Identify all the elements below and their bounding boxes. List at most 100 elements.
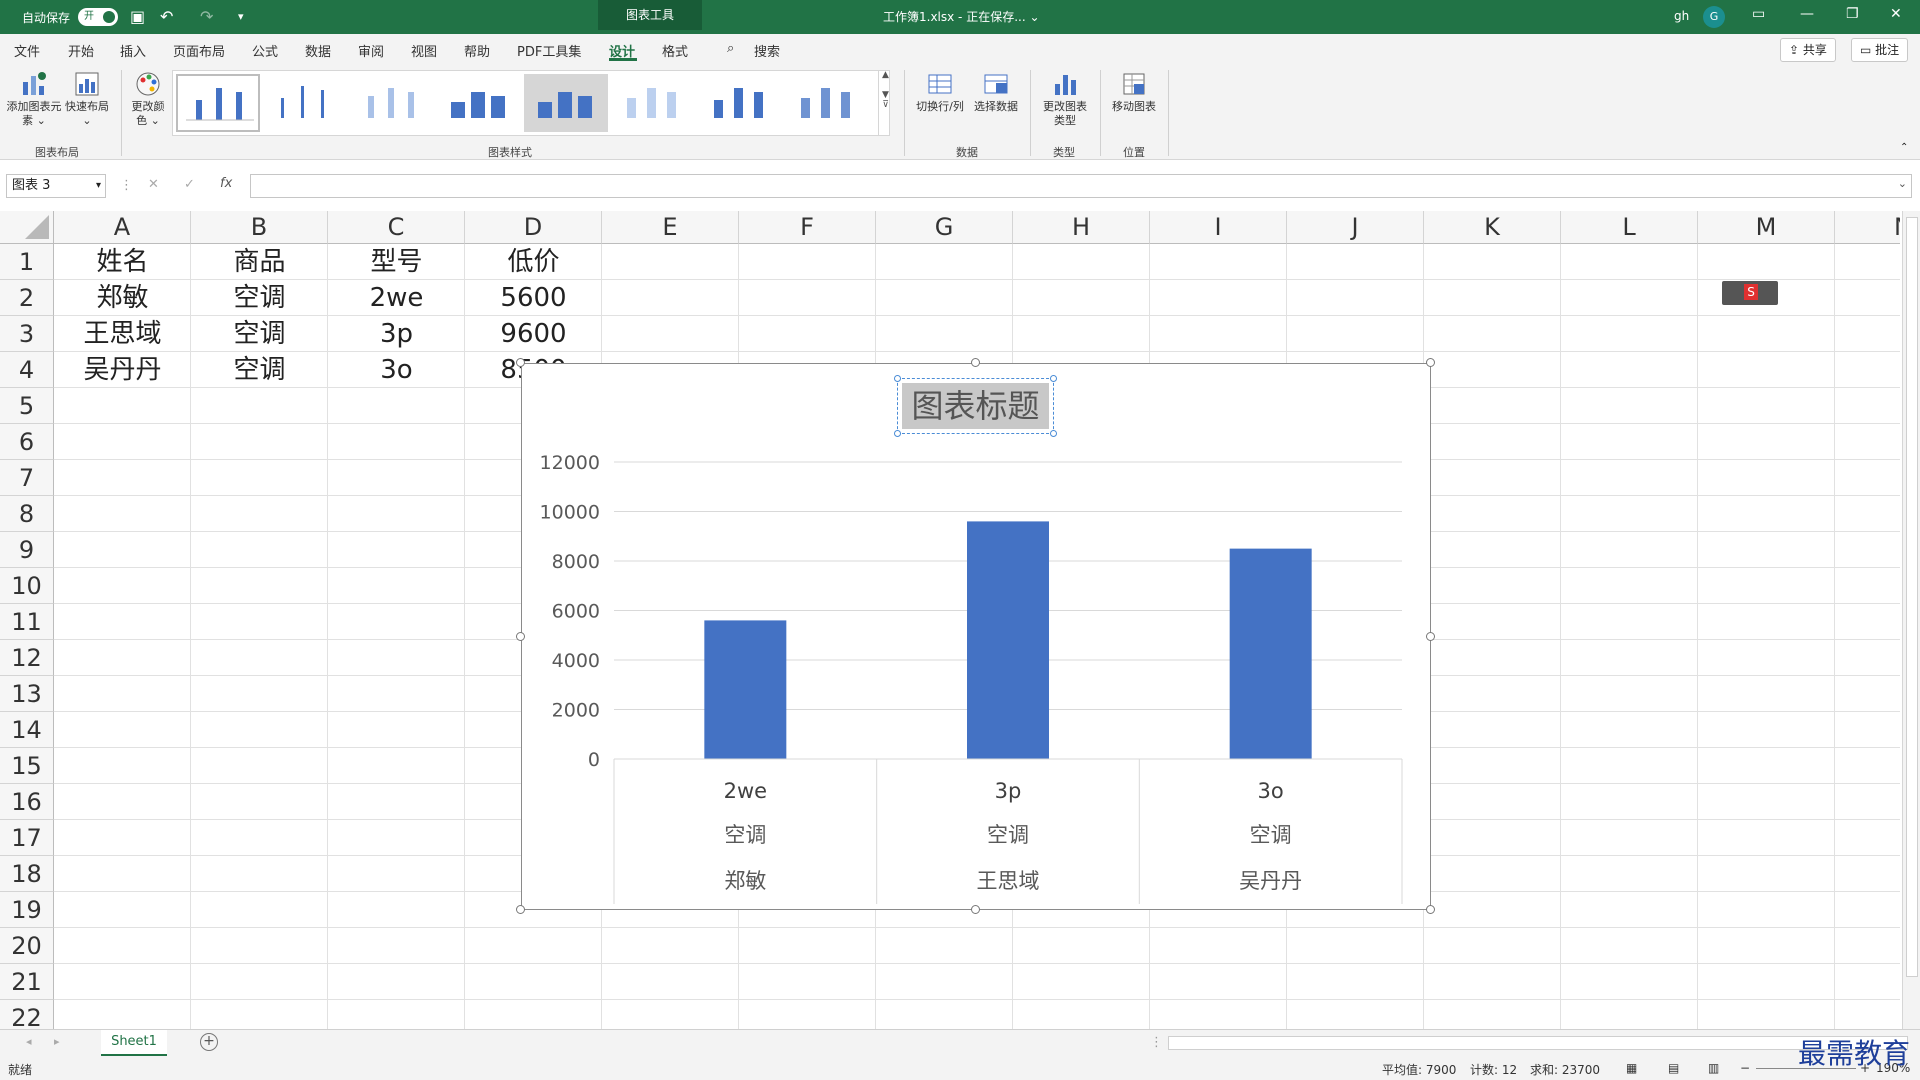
column-header-d[interactable]: D	[465, 211, 602, 244]
row-header-9[interactable]: 9	[0, 532, 54, 568]
chart-style-2[interactable]	[263, 74, 347, 132]
save-icon[interactable]: ▣	[130, 7, 145, 26]
add-sheet-icon[interactable]: +	[200, 1033, 218, 1051]
select-all-corner[interactable]	[0, 211, 54, 244]
search-label[interactable]: 搜索	[754, 41, 780, 60]
chart-resize-handle[interactable]	[971, 358, 980, 367]
row-header-13[interactable]: 13	[0, 676, 54, 712]
chart-resize-handle[interactable]	[1426, 905, 1435, 914]
row-header-18[interactable]: 18	[0, 856, 54, 892]
cell-b4[interactable]: 空调	[191, 352, 328, 388]
name-box-dropdown-icon[interactable]: ▾	[96, 175, 101, 197]
tab-page-layout[interactable]: 页面布局	[173, 41, 225, 60]
row-header-4[interactable]: 4	[0, 352, 54, 388]
avatar[interactable]: G	[1703, 6, 1725, 28]
restore-icon[interactable]: ❐	[1846, 6, 1859, 22]
column-header-b[interactable]: B	[191, 211, 328, 244]
cell-d3[interactable]: 9600	[465, 316, 602, 352]
cancel-icon[interactable]: ✕	[148, 177, 159, 192]
next-sheet-icon[interactable]: ▸	[54, 1035, 60, 1048]
autosave-toggle[interactable]: 开	[78, 8, 118, 26]
add-chart-element-button[interactable]: 添加图表元素 ⌄	[6, 70, 62, 128]
chart-style-4[interactable]	[437, 74, 521, 132]
tab-home[interactable]: 开始	[68, 41, 94, 60]
cell-c4[interactable]: 3o	[328, 352, 465, 388]
sheet-tab-sheet1[interactable]: Sheet1	[101, 1030, 167, 1056]
search-icon[interactable]: ⌕	[727, 41, 734, 56]
chart-style-8[interactable]	[785, 74, 869, 132]
column-header-j[interactable]: J	[1287, 211, 1424, 244]
cell-b1[interactable]: 商品	[191, 244, 328, 280]
column-header-a[interactable]: A	[54, 211, 191, 244]
row-header-19[interactable]: 19	[0, 892, 54, 928]
row-header-5[interactable]: 5	[0, 388, 54, 424]
column-header-f[interactable]: F	[739, 211, 876, 244]
chart-resize-handle[interactable]	[516, 358, 525, 367]
switch-row-column-button[interactable]: 切换行/列	[912, 70, 968, 114]
row-header-15[interactable]: 15	[0, 748, 54, 784]
column-header-l[interactable]: L	[1561, 211, 1698, 244]
row-header-3[interactable]: 3	[0, 316, 54, 352]
row-header-16[interactable]: 16	[0, 784, 54, 820]
row-header-8[interactable]: 8	[0, 496, 54, 532]
vertical-scroll-thumb[interactable]	[1906, 217, 1918, 977]
comments-button[interactable]: ▭ 批注	[1851, 38, 1909, 62]
select-data-button[interactable]: 选择数据	[970, 70, 1022, 114]
cell-b3[interactable]: 空调	[191, 316, 328, 352]
column-header-i[interactable]: I	[1150, 211, 1287, 244]
tab-format[interactable]: 格式	[662, 41, 688, 60]
gallery-scroll[interactable]: ▲ ▼ ⊽	[878, 70, 892, 136]
share-button[interactable]: ⇪ 共享	[1780, 38, 1836, 62]
row-header-17[interactable]: 17	[0, 820, 54, 856]
chart-resize-handle[interactable]	[516, 905, 525, 914]
row-header-2[interactable]: 2	[0, 280, 54, 316]
document-title[interactable]: 工作簿1.xlsx - 正在保存... ⌄	[883, 8, 1040, 25]
column-header-g[interactable]: G	[876, 211, 1013, 244]
redo-icon[interactable]: ↷	[200, 7, 213, 26]
row-header-6[interactable]: 6	[0, 424, 54, 460]
change-chart-type-button[interactable]: 更改图表类型	[1038, 70, 1092, 128]
column-header-h[interactable]: H	[1013, 211, 1150, 244]
chart-style-5[interactable]	[524, 74, 608, 132]
column-header-c[interactable]: C	[328, 211, 465, 244]
chart-style-6[interactable]	[611, 74, 695, 132]
cell-c3[interactable]: 3p	[328, 316, 465, 352]
zoom-out-icon[interactable]: −	[1740, 1061, 1750, 1075]
vertical-scrollbar[interactable]	[1902, 211, 1920, 1029]
row-header-11[interactable]: 11	[0, 604, 54, 640]
tab-data[interactable]: 数据	[305, 41, 331, 60]
minimize-icon[interactable]: —	[1800, 6, 1814, 22]
page-layout-view-icon[interactable]: ▤	[1668, 1061, 1679, 1075]
cell-b2[interactable]: 空调	[191, 280, 328, 316]
column-header-m[interactable]: M	[1698, 211, 1835, 244]
column-header-k[interactable]: K	[1424, 211, 1561, 244]
tab-file[interactable]: 文件	[14, 41, 40, 60]
row-header-12[interactable]: 12	[0, 640, 54, 676]
cell-d2[interactable]: 5600	[465, 280, 602, 316]
title-handle[interactable]	[894, 375, 901, 382]
floating-toolbar-button[interactable]	[1722, 281, 1778, 305]
tab-pdf-tools[interactable]: PDF工具集	[517, 41, 581, 60]
title-handle[interactable]	[894, 430, 901, 437]
expand-formula-icon[interactable]: ⌄	[1898, 177, 1907, 190]
cell-a4[interactable]: 吴丹丹	[54, 352, 191, 388]
chart-style-7[interactable]	[698, 74, 782, 132]
prev-sheet-icon[interactable]: ◂	[26, 1035, 32, 1048]
normal-view-icon[interactable]: ▦	[1626, 1061, 1637, 1075]
tab-view[interactable]: 视图	[411, 41, 437, 60]
chart-title[interactable]: 图表标题	[902, 383, 1049, 429]
name-box[interactable]: 图表 3 ▾	[6, 174, 106, 198]
row-header-22[interactable]: 22	[0, 1000, 54, 1031]
row-header-10[interactable]: 10	[0, 568, 54, 604]
more-options-icon[interactable]: ⋮	[120, 178, 133, 193]
horizontal-scrollbar[interactable]	[1168, 1036, 1908, 1050]
enter-icon[interactable]: ✓	[184, 177, 195, 192]
tab-formulas[interactable]: 公式	[252, 41, 278, 60]
row-header-7[interactable]: 7	[0, 460, 54, 496]
title-handle[interactable]	[1050, 430, 1057, 437]
chart-resize-handle[interactable]	[1426, 632, 1435, 641]
column-header-n[interactable]: N	[1835, 211, 1900, 244]
insert-function-icon[interactable]: fx	[220, 176, 232, 191]
chart-style-3[interactable]	[350, 74, 434, 132]
title-handle[interactable]	[1050, 375, 1057, 382]
